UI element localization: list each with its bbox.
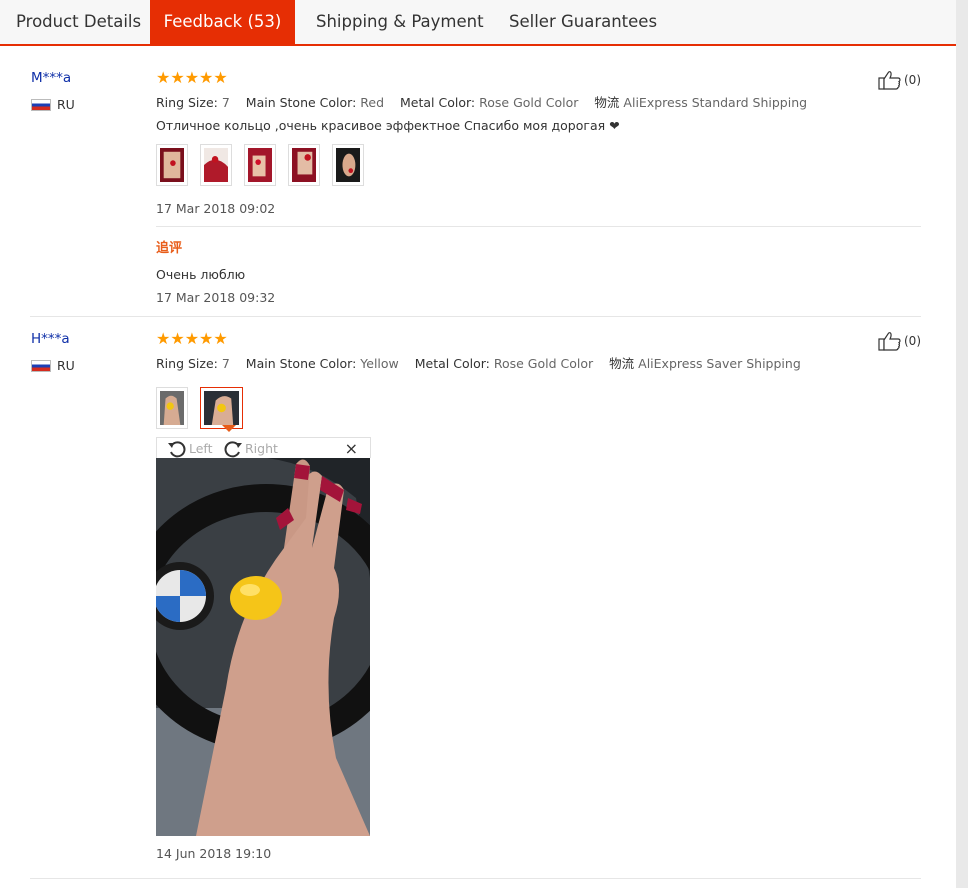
tab-shipping-payment[interactable]: Shipping & Payment [300,0,500,44]
thumbs-up-icon [878,71,901,90]
followup-date: 17 Mar 2018 09:32 [156,290,276,305]
tab-product-details[interactable]: Product Details [0,0,157,44]
attr-key: Ring Size: [156,95,218,110]
attr-key: Main Stone Color: [245,95,357,110]
photo-thumbnail[interactable] [332,144,364,186]
attr-value: Rose Gold Color [479,95,579,110]
followup-title: 追评 [156,241,183,256]
rotate-right-label: Right [245,441,278,456]
photo-viewer: Left Right × [156,425,371,836]
order-attributes: Ring Size: 7 Main Stone Color: Red Metal… [156,92,819,111]
photo-thumbnail-selected[interactable] [200,387,243,429]
followup-comment: Очень люблю [156,267,246,282]
tab-seller-guarantees[interactable]: Seller Guarantees [493,0,673,44]
attr-key: 物流 [594,95,620,110]
photo-thumbnail[interactable] [288,144,320,186]
attr-key: Metal Color: [414,356,490,371]
attr-key: 物流 [609,356,635,371]
photo-thumbnail[interactable] [244,144,276,186]
viewer-toolbar: Left Right × [156,437,371,458]
helpful-count: (0) [904,334,921,348]
review-comment: Отличное кольцо ,очень красивое эффектно… [156,118,620,133]
russia-flag-icon [31,98,51,111]
photo-thumbnail[interactable] [156,387,188,429]
reviewer-country: RU [31,358,75,373]
reviewer-country: RU [31,97,75,112]
attr-value: 7 [221,95,230,110]
review-date: 17 Mar 2018 09:02 [156,201,276,216]
review-item: H***a RU ★★★★★ Ring Size: 7 Main Stone C… [30,317,921,879]
country-code: RU [57,97,75,112]
review-item: M***a RU ★★★★★ Ring Size: 7 Main Stone C… [30,56,921,317]
rotate-right-button[interactable]: Right [223,438,278,459]
review-date: 14 Jun 2018 19:10 [156,846,272,861]
helpful-count: (0) [904,73,921,87]
rotate-left-label: Left [189,441,213,456]
attr-value: Yellow [360,356,399,371]
rotate-left-icon [168,440,186,457]
attr-key: Main Stone Color: [245,356,357,371]
rotate-left-button[interactable]: Left [167,438,213,459]
country-code: RU [57,358,75,373]
attr-key: Ring Size: [156,356,218,371]
attr-value: Rose Gold Color [493,356,594,371]
helpful-button[interactable]: (0) [878,331,921,351]
attr-key: Metal Color: [400,95,476,110]
attr-value: Red [360,95,385,110]
viewer-pointer [222,425,236,432]
order-attributes: Ring Size: 7 Main Stone Color: Yellow Me… [156,353,813,372]
photo-thumbnails [156,387,255,429]
helpful-button[interactable]: (0) [878,70,921,90]
tab-feedback[interactable]: Feedback (53) [150,0,295,46]
photo-thumbnail[interactable] [200,144,232,186]
photo-thumbnail[interactable] [156,144,188,186]
russia-flag-icon [31,359,51,372]
thumbs-up-icon [878,332,901,351]
rotate-right-icon [224,440,242,457]
attr-value: 7 [221,356,230,371]
review-photo [156,458,370,836]
divider [156,226,921,227]
attr-value: AliExpress Standard Shipping [623,95,808,110]
scrollbar[interactable] [956,0,968,888]
reviewer-name[interactable]: H***a [31,331,70,347]
photo-thumbnails [156,144,376,186]
tab-bar: Product Details Feedback (53) Shipping &… [0,0,956,46]
attr-value: AliExpress Saver Shipping [638,356,801,371]
star-rating: ★★★★★ [156,329,228,348]
close-icon[interactable]: × [345,439,358,458]
star-rating: ★★★★★ [156,68,228,87]
reviewer-name[interactable]: M***a [31,70,71,86]
